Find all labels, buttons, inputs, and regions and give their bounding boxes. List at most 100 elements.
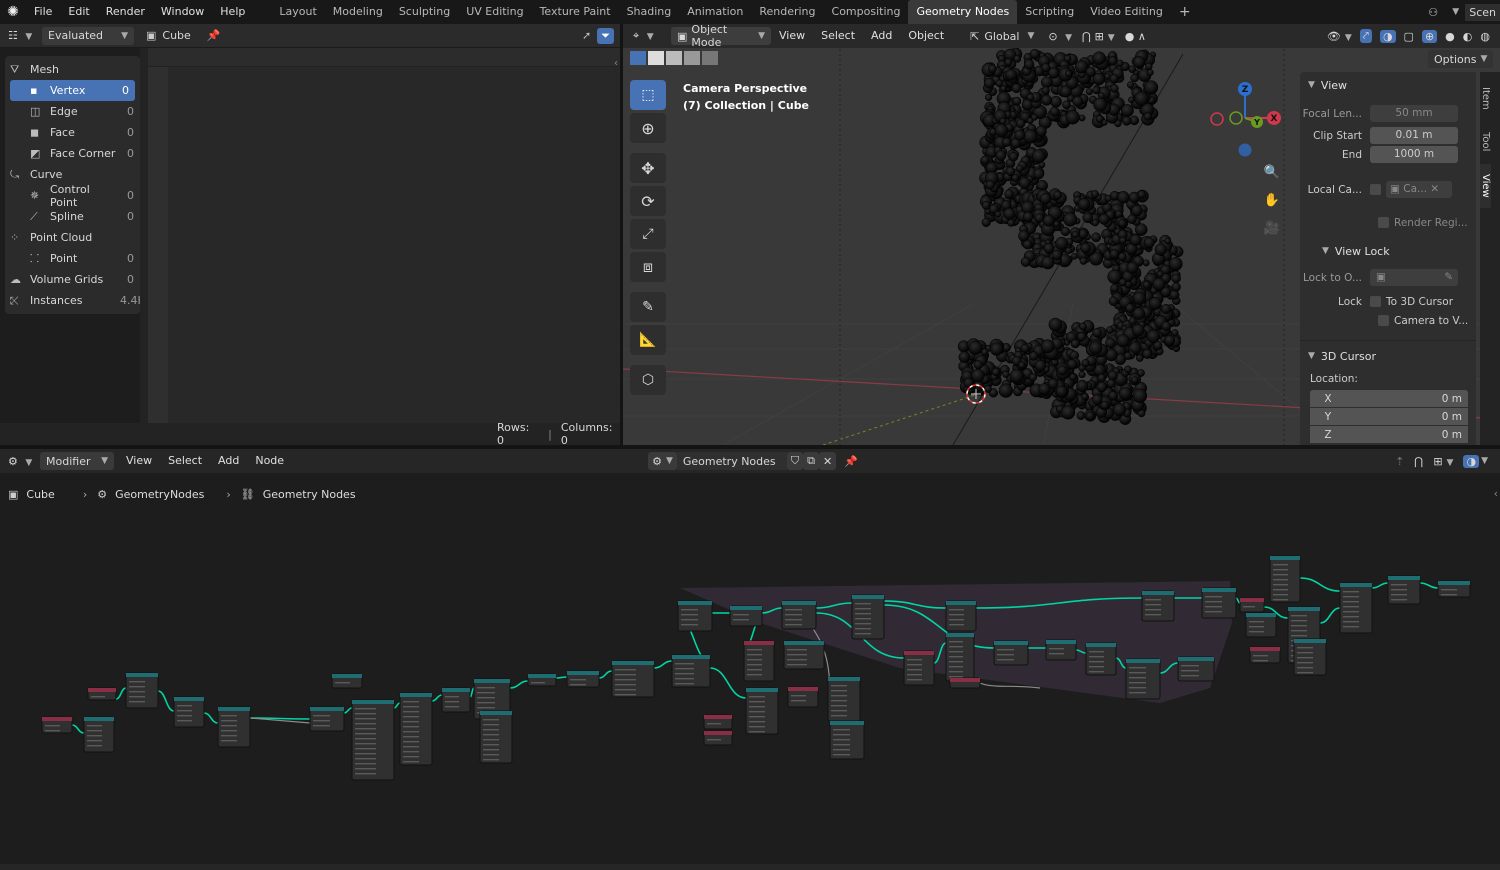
editor-type-icon[interactable]: ⌖ ▼ — [633, 29, 661, 43]
menu-add[interactable]: Add — [863, 24, 900, 48]
node-editor-canvas[interactable] — [0, 473, 1500, 870]
tab-geometry-nodes[interactable]: Geometry Nodes — [908, 0, 1018, 24]
view-lock-header[interactable]: ▼ View Lock — [1300, 240, 1476, 262]
duplicate-icon[interactable]: ⧉ — [803, 452, 819, 470]
menu-render[interactable]: Render — [98, 0, 153, 24]
sidebar-item-control-point[interactable]: ✵ Control Point 0 — [5, 183, 140, 209]
cursor-x-field[interactable]: X 0 m — [1310, 390, 1468, 407]
scale-tool[interactable]: ⤢ — [630, 219, 666, 249]
collapse-sidebar-icon[interactable]: ‹ — [614, 58, 618, 69]
breadcrumb-object[interactable]: Cube — [26, 488, 54, 501]
select-subtract-icon[interactable] — [666, 51, 682, 65]
tab-compositing[interactable]: Compositing — [824, 0, 909, 24]
sidebar-item-instances[interactable]: ⤪ Instances 4.4K — [5, 290, 145, 311]
select-box-tool[interactable]: ⬚ — [630, 80, 666, 110]
move-tool[interactable]: ✥ — [630, 153, 666, 183]
clip-end-field[interactable]: 1000 m — [1370, 146, 1458, 163]
menu-edit[interactable]: Edit — [60, 0, 97, 24]
visibility-icon[interactable]: 👁 ▼ — [1327, 30, 1352, 43]
tab-layout[interactable]: Layout — [271, 0, 324, 24]
menu-view[interactable]: View — [118, 449, 160, 473]
menu-add[interactable]: Add — [210, 449, 247, 473]
tab-shading[interactable]: Shading — [619, 0, 680, 24]
pivot-icon[interactable]: ⊙ ▼ — [1048, 30, 1072, 43]
render-region-checkbox[interactable] — [1378, 217, 1389, 228]
eyedropper-icon[interactable]: ✎ — [1444, 269, 1458, 286]
menu-window[interactable]: Window — [153, 0, 212, 24]
lock-to-object-field[interactable]: ▣ ✎ — [1370, 269, 1458, 286]
tab-rendering[interactable]: Rendering — [751, 0, 823, 24]
material-shading-icon[interactable]: ◐ — [1463, 30, 1473, 43]
select-intersect-icon[interactable] — [702, 51, 718, 65]
zoom-icon[interactable]: 🔍 — [1262, 162, 1282, 182]
overlays-icon[interactable]: ◑ — [1379, 29, 1396, 43]
tab-video-editing[interactable]: Video Editing — [1082, 0, 1171, 24]
menu-select[interactable]: Select — [160, 449, 210, 473]
editor-type-icon[interactable]: ☷ ▼ — [8, 29, 34, 42]
pan-hand-icon[interactable]: ✋ — [1262, 190, 1282, 210]
menu-view[interactable]: View — [771, 24, 813, 48]
camera-to-view-checkbox[interactable] — [1378, 315, 1389, 326]
sidebar-item-mesh[interactable]: ⛛ Mesh — [5, 59, 140, 80]
snap-target-icon[interactable]: ⊞ ▼ — [1433, 455, 1453, 468]
fake-user-shield-icon[interactable]: ⛉ — [786, 452, 804, 470]
view-panel-header[interactable]: ▼ View — [1300, 74, 1476, 96]
sidebar-tab-tool[interactable]: Tool — [1480, 120, 1491, 164]
measure-tool[interactable]: 📐 — [630, 325, 666, 355]
transform-orientation-dropdown[interactable]: ⇱ Global ▼ — [970, 30, 1034, 43]
tab-animation[interactable]: Animation — [679, 0, 751, 24]
scene-selector[interactable]: ⚇ ▼ Scen — [1428, 0, 1500, 24]
editor-type-icon[interactable]: ⚙ ▼ — [8, 455, 36, 468]
sidebar-item-point-cloud[interactable]: ⁘ Point Cloud — [5, 227, 140, 248]
select-extend-icon[interactable] — [648, 51, 664, 65]
local-camera-field[interactable]: ▣ Ca... ✕ — [1386, 181, 1452, 198]
snap-icon[interactable]: ⋂ ⊞ ▼ — [1082, 30, 1115, 43]
rotate-tool[interactable]: ⟳ — [630, 186, 666, 216]
pin-icon[interactable]: 📌 — [207, 29, 221, 42]
sidebar-tab-view[interactable]: View — [1480, 164, 1491, 208]
snap-icon[interactable]: ⋂ — [1414, 455, 1423, 468]
context-dropdown[interactable]: Modifier ▼ — [40, 452, 114, 470]
to-3d-cursor-checkbox[interactable] — [1370, 296, 1381, 307]
local-camera-checkbox[interactable] — [1370, 184, 1381, 195]
sidebar-item-spline[interactable]: ⟋ Spline 0 — [5, 206, 140, 227]
sidebar-item-face[interactable]: ◼ Face 0 — [5, 122, 140, 143]
breadcrumb-modifier[interactable]: GeometryNodes — [115, 488, 204, 501]
navigation-gizmo[interactable]: Z X Y — [1205, 78, 1285, 163]
cursor-tool[interactable]: ⊕ — [630, 113, 666, 143]
cursor-y-field[interactable]: Y 0 m — [1310, 408, 1468, 425]
expand-sidebar-icon[interactable]: ‹ — [1494, 487, 1498, 500]
sidebar-item-volume[interactable]: ☁ Volume Grids 0 — [5, 269, 140, 290]
wireframe-shading-icon[interactable]: ⊕ — [1421, 29, 1438, 43]
3d-cursor-panel-header[interactable]: ▼ 3D Cursor — [1300, 345, 1476, 367]
annotate-tool[interactable]: ✎ — [630, 292, 666, 322]
focal-length-field[interactable]: 50 mm — [1370, 105, 1458, 122]
menu-object[interactable]: Object — [900, 24, 952, 48]
sidebar-item-point[interactable]: ⸬ Point 0 — [5, 248, 140, 269]
breadcrumb-node-tree[interactable]: Geometry Nodes — [263, 488, 356, 501]
camera-view-icon[interactable]: 🎥 — [1262, 218, 1282, 238]
xray-icon[interactable]: ▢ — [1404, 30, 1414, 43]
spreadsheet-table[interactable]: ‹ — [148, 48, 620, 423]
object-mode-dropdown[interactable]: ▣ Object Mode ▼ — [671, 23, 771, 49]
options-dropdown[interactable]: Options ▼ — [1428, 50, 1494, 68]
menu-select[interactable]: Select — [813, 24, 863, 48]
proportional-edit-icon[interactable]: ● ∧ — [1125, 30, 1146, 43]
solid-shading-icon[interactable]: ● — [1445, 30, 1455, 43]
parent-node-tree-icon[interactable]: ⇡ — [1395, 455, 1404, 468]
overlays-icon[interactable]: ◑ — [1463, 454, 1480, 468]
close-icon[interactable]: ✕ — [1430, 183, 1439, 195]
node-tree-name-field[interactable]: Geometry Nodes — [676, 452, 787, 470]
menu-help[interactable]: Help — [212, 0, 253, 24]
select-filter-icon[interactable]: ➚ — [582, 29, 591, 42]
select-new-icon[interactable] — [630, 51, 646, 65]
node-tree-browse-icon[interactable]: ⚙ ▼ — [648, 452, 677, 470]
sidebar-tab-item[interactable]: Item — [1480, 76, 1491, 120]
pin-icon[interactable]: 📌 — [844, 455, 858, 468]
filter-icon[interactable]: ⏷ — [597, 27, 614, 44]
tab-texture-paint[interactable]: Texture Paint — [532, 0, 619, 24]
add-workspace-icon[interactable]: + — [1171, 0, 1199, 24]
rendered-shading-icon[interactable]: ◍ — [1480, 30, 1490, 43]
sidebar-item-face-corner[interactable]: ◩ Face Corner 0 — [5, 143, 140, 164]
tab-sculpting[interactable]: Sculpting — [391, 0, 458, 24]
